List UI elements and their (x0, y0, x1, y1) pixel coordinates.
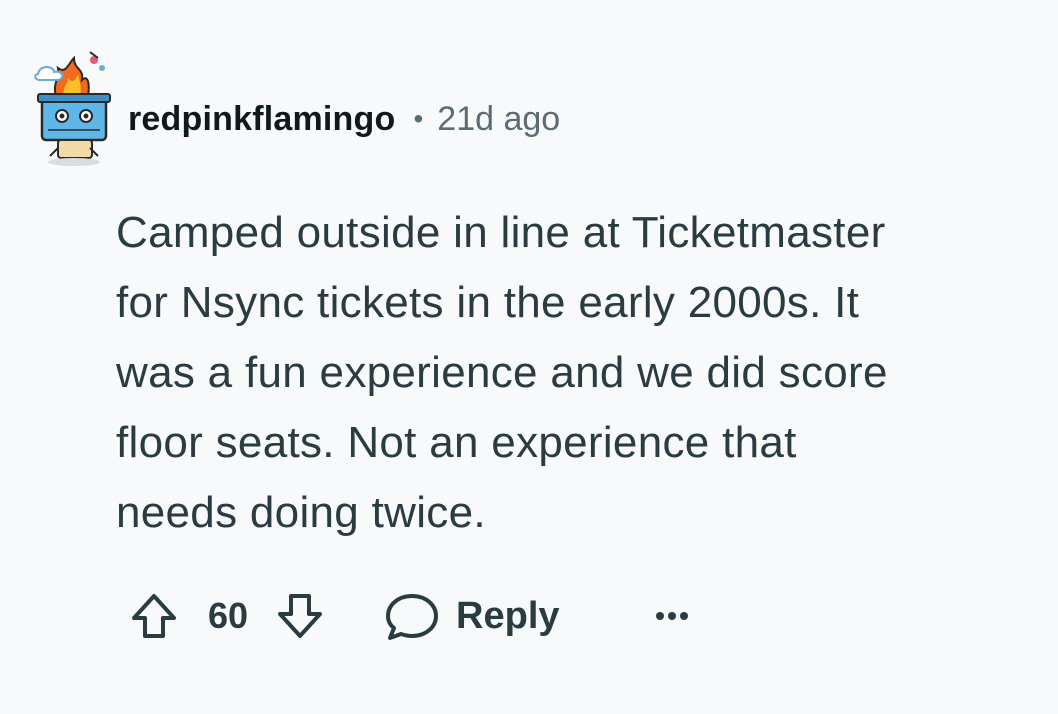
username[interactable]: redpinkflamingo (128, 100, 395, 139)
comment-body-line: Camped outside in line at Ticketmaster (116, 208, 886, 257)
comment-body-line: floor seats. Not an experience that (116, 418, 797, 467)
comment: redpinkflamingo • 21d ago Camped outside… (0, 0, 1058, 714)
reply-button[interactable]: Reply (384, 590, 560, 642)
timestamp[interactable]: 21d ago (437, 100, 560, 139)
upvote-button[interactable] (128, 590, 180, 642)
reply-label: Reply (456, 594, 560, 637)
upvote-arrow-icon (132, 594, 176, 638)
comment-actions: 60 Reply (128, 588, 692, 644)
more-options-button[interactable] (652, 606, 692, 626)
speech-bubble-icon (386, 594, 439, 640)
ellipsis-icon (655, 612, 688, 620)
comment-body-line: needs doing twice. (116, 488, 486, 537)
avatar[interactable] (28, 44, 120, 172)
downvote-button[interactable] (274, 590, 326, 642)
comment-header: redpinkflamingo • 21d ago (128, 96, 560, 142)
downvote-arrow-icon (278, 594, 323, 638)
vote-score: 60 (208, 595, 249, 636)
comment-body-line: for Nsync tickets in the early 2000s. It (116, 278, 860, 327)
comment-body-line: was a fun experience and we did score (116, 348, 888, 397)
separator-dot: • (413, 103, 424, 134)
comment-body: Camped outside in line at Ticketmaster f… (116, 198, 1016, 548)
dumpster-fire-avatar-icon (34, 51, 111, 166)
